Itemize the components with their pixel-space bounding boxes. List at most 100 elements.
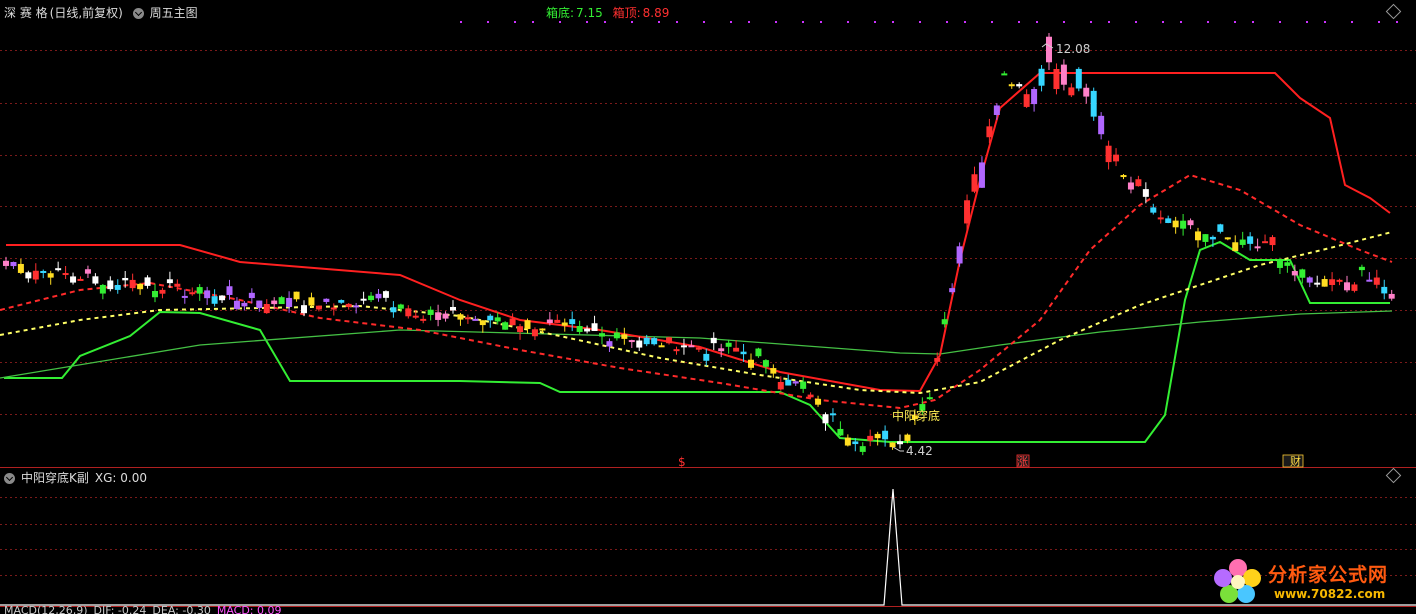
candle-body bbox=[971, 174, 978, 192]
candle-body bbox=[32, 270, 39, 280]
signal-dot bbox=[1135, 21, 1137, 23]
macd-header: MACD(12,26,9) DIF: -0.24 DEA: -0.30 MACD: 0… bbox=[4, 604, 288, 614]
candle-body bbox=[1209, 236, 1216, 240]
candle-body bbox=[1239, 239, 1246, 245]
candle-body bbox=[1165, 218, 1172, 223]
candle-body bbox=[941, 319, 948, 325]
candle-body bbox=[55, 268, 62, 271]
watermark-url: www.70822.com bbox=[1274, 587, 1386, 601]
signal-dot bbox=[586, 21, 588, 23]
candle-body bbox=[1053, 69, 1060, 90]
candle-body bbox=[606, 341, 613, 347]
candle-body bbox=[1105, 145, 1112, 163]
high-price-label: 12.08 bbox=[1056, 42, 1090, 56]
candle-body bbox=[1336, 279, 1343, 282]
candle-body bbox=[330, 307, 337, 310]
candle-body bbox=[636, 340, 643, 348]
candle-body bbox=[494, 317, 501, 322]
macd-value: MACD: 0.09 bbox=[216, 604, 282, 614]
candle-body bbox=[733, 347, 740, 352]
candle-body bbox=[450, 306, 456, 311]
candle-body bbox=[1038, 68, 1045, 86]
event-marker-finance: 财 bbox=[1290, 454, 1301, 468]
candle-body bbox=[25, 272, 32, 279]
signal-dot bbox=[1396, 21, 1398, 23]
candle-body bbox=[479, 320, 486, 326]
candle-body bbox=[152, 291, 158, 298]
candle-body bbox=[1127, 182, 1134, 190]
candle-body bbox=[867, 435, 874, 441]
signal-dot bbox=[892, 21, 894, 23]
candle-body bbox=[1016, 84, 1023, 87]
signal-dot bbox=[1234, 21, 1236, 23]
candle-body bbox=[1142, 189, 1149, 197]
signal-dot bbox=[820, 21, 822, 23]
candle-body bbox=[427, 309, 434, 315]
candle-body bbox=[1120, 175, 1127, 178]
candle-body bbox=[338, 300, 345, 303]
candle-body bbox=[852, 441, 859, 445]
candle-body bbox=[114, 284, 121, 290]
signal-dot bbox=[559, 21, 561, 23]
candle-body bbox=[651, 338, 658, 345]
sub-panel-gridlines bbox=[0, 497, 1416, 576]
signal-dot bbox=[874, 21, 876, 23]
signal-dot bbox=[1162, 21, 1164, 23]
signal-dot bbox=[919, 21, 921, 23]
candle-body bbox=[1351, 284, 1358, 291]
candle-body bbox=[241, 302, 248, 307]
flower-logo-icon bbox=[1214, 559, 1261, 603]
indicator-title[interactable]: 中阳穿底K副 bbox=[21, 471, 89, 485]
indicator-dropdown-icon[interactable] bbox=[4, 473, 15, 484]
candle-body bbox=[435, 312, 442, 320]
signal-dot bbox=[1324, 21, 1326, 23]
candle-body bbox=[897, 441, 903, 445]
candle-body bbox=[390, 307, 397, 313]
candle-body bbox=[517, 326, 524, 333]
watermark-name: 分析家公式网 bbox=[1268, 564, 1389, 586]
macd-label[interactable]: MACD(12,26,9) bbox=[4, 604, 88, 614]
candle-body bbox=[599, 333, 605, 337]
long-ma-line bbox=[0, 310, 1393, 379]
candle-body bbox=[1321, 279, 1328, 287]
candle-body bbox=[1381, 286, 1388, 294]
candle-body bbox=[673, 349, 680, 352]
candle-body bbox=[1046, 36, 1052, 63]
event-marker-rise: 涨 bbox=[1017, 455, 1028, 468]
candle-body bbox=[1195, 231, 1201, 241]
candle-body bbox=[889, 442, 896, 448]
candle-body bbox=[576, 326, 583, 332]
candle-body bbox=[658, 345, 665, 348]
candle-body bbox=[204, 290, 211, 299]
candle-body bbox=[1306, 277, 1313, 283]
candle-body bbox=[1276, 259, 1283, 268]
candle-body bbox=[99, 284, 106, 294]
signal-dot bbox=[460, 21, 462, 23]
candle-body bbox=[412, 315, 419, 318]
candle-body bbox=[345, 303, 352, 308]
candle-body bbox=[84, 269, 91, 274]
candle-body bbox=[800, 381, 807, 389]
candle-body bbox=[1060, 64, 1067, 85]
candle-body bbox=[718, 348, 725, 352]
candle-body bbox=[978, 162, 985, 188]
candle-body bbox=[748, 359, 754, 368]
candle-body bbox=[703, 353, 710, 361]
kline-chart[interactable]: 12.08 4.42 中阳穿底 $ 涨 财 bbox=[0, 0, 1416, 614]
signal-dot bbox=[1180, 21, 1182, 23]
candle-body bbox=[368, 295, 375, 301]
low-price-label: 4.42 bbox=[906, 444, 933, 458]
signal-dot bbox=[532, 21, 534, 23]
candle-body bbox=[1358, 266, 1365, 271]
resistance-line bbox=[6, 72, 1391, 393]
candle-body bbox=[561, 322, 568, 326]
candle-body bbox=[1254, 246, 1261, 249]
candle-body bbox=[248, 292, 255, 299]
candle-body bbox=[949, 288, 956, 293]
indicator-lines bbox=[0, 72, 1393, 443]
candle-body bbox=[1329, 279, 1336, 285]
signal-dot bbox=[1306, 21, 1308, 23]
signal-text: 中阳穿底 bbox=[892, 408, 940, 423]
sub-panel-header: 中阳穿底K副 XG: 0.00 bbox=[4, 469, 153, 487]
candle-body bbox=[3, 260, 9, 266]
